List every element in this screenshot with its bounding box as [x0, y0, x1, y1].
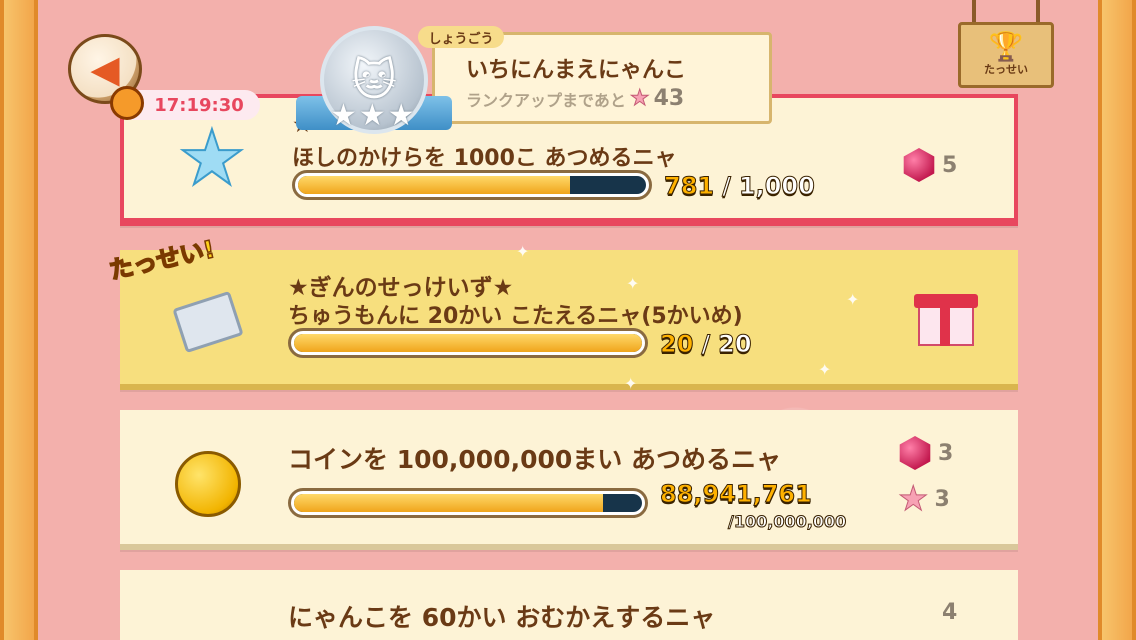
- progress-max: /100,000,000: [727, 512, 847, 532]
- right-frame: [1098, 0, 1136, 640]
- trophy-icon: 🏆: [988, 30, 1024, 63]
- left-frame: [0, 0, 38, 640]
- rank-stars: ★★★: [330, 98, 417, 133]
- rank-label: しょうごう: [418, 26, 504, 48]
- mission-description: ちゅうもんに 20かい こたえるニャ(5かいめ): [288, 304, 743, 329]
- sparkle-icon: ✦: [516, 242, 530, 261]
- reward-gem: 3: [898, 436, 953, 470]
- mission-card-4[interactable]: にゃんこを 60かい おむかえするニャ 4: [120, 570, 1018, 640]
- star-icon: ★: [177, 113, 247, 202]
- mission-description: コインを 100,000,000まい あつめるニャ: [288, 445, 781, 474]
- back-arrow-icon: ◀: [90, 47, 120, 91]
- sparkle-icon: ✦: [624, 374, 638, 393]
- reward-gem: 4: [942, 600, 958, 625]
- mission-card-2[interactable]: ★ぎんのせっけいず★ ちゅうもんに 20かい こたえるニャ(5かいめ) 20/2…: [120, 250, 1018, 390]
- blueprint-icon: [170, 284, 246, 360]
- progress-bar: [288, 328, 648, 358]
- pink-star-icon: ★: [629, 86, 650, 112]
- gift-box-icon[interactable]: [912, 284, 978, 350]
- sparkle-icon: ✦: [626, 274, 640, 293]
- progress-count: 20/20: [659, 330, 752, 359]
- mission-card-3[interactable]: コインを 100,000,000まい あつめるニャ 88,941,761 /10…: [120, 410, 1018, 550]
- progress-bar: [292, 170, 652, 200]
- pink-star-icon: ★: [897, 479, 929, 519]
- gem-icon: [899, 436, 931, 470]
- achievement-button[interactable]: 🏆 たっせい: [958, 22, 1054, 88]
- sparkle-icon: ✦: [846, 290, 860, 309]
- gem-icon: [903, 148, 935, 182]
- rank-next: ランクアップまであと ★ 43: [466, 86, 685, 112]
- reward-star: ★ 3: [897, 479, 950, 519]
- progress-bar: [288, 488, 648, 518]
- reward-gem: 5: [902, 148, 957, 182]
- progress-fill: [298, 176, 570, 194]
- coin-icon: [170, 446, 246, 522]
- rank-title: いちにんまえにゃんこ: [466, 58, 687, 83]
- progress-count: 781/1,000: [663, 172, 815, 201]
- mission-description: にゃんこを 60かい おむかえするニャ: [288, 603, 716, 632]
- progress-current: 88,941,761: [660, 480, 813, 509]
- clock-icon: [110, 86, 144, 120]
- sparkle-icon: ✦: [818, 360, 832, 379]
- mission-description: ほしのかけらを 1000こ あつめるニャ: [292, 146, 677, 171]
- progress-fill: [294, 494, 604, 512]
- progress-fill: [294, 334, 642, 352]
- mission-title: ★ぎんのせっけいず★: [288, 275, 514, 301]
